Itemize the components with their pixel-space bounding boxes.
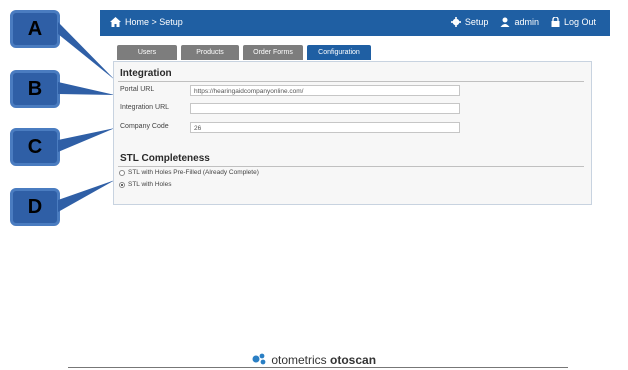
pointer-d — [58, 180, 115, 212]
stl-option-holes-label: STL with Holes — [128, 181, 172, 188]
company-code-field[interactable]: 26 — [190, 122, 460, 133]
stl-option-holes[interactable]: STL with Holes — [119, 181, 171, 188]
logout-link[interactable]: Log Out — [551, 17, 596, 27]
tab-bar: Users Products Order Forms Configuration — [117, 45, 371, 60]
company-code-label: Company Code — [120, 123, 169, 130]
stl-option-prefilled-label: STL with Holes Pre-Filled (Already Compl… — [128, 169, 259, 176]
brand-otometrics: otometrics — [271, 353, 327, 367]
user-menu[interactable]: admin — [500, 17, 539, 27]
setup-link[interactable]: Setup — [450, 17, 489, 27]
setup-label[interactable]: Setup — [465, 17, 489, 27]
user-label[interactable]: admin — [514, 17, 539, 27]
tab-configuration[interactable]: Configuration — [307, 45, 371, 60]
breadcrumb-text[interactable]: Home > Setup — [125, 17, 183, 27]
integration-divider — [118, 81, 584, 82]
portal-url-field[interactable]: https://hearingaidcompanyonline.com/ — [190, 85, 460, 96]
portal-url-label: Portal URL — [120, 86, 155, 93]
radio-holes[interactable] — [119, 181, 125, 188]
breadcrumb[interactable]: Home > Setup — [110, 17, 183, 27]
configuration-panel: Integration Portal URL https://hearingai… — [113, 61, 592, 205]
radio-prefilled[interactable] — [119, 169, 125, 176]
otometrics-logo-icon — [252, 353, 266, 365]
logout-label[interactable]: Log Out — [564, 17, 596, 27]
stl-completeness-title: STL Completeness — [120, 153, 210, 164]
integration-url-label: Integration URL — [120, 104, 170, 111]
tab-products[interactable]: Products — [181, 45, 239, 60]
top-nav-bar: Home > Setup Setup admin Log Out — [100, 10, 610, 36]
callout-a: A — [10, 10, 60, 48]
pointer-b — [58, 82, 115, 95]
pointer-c — [58, 128, 115, 152]
callout-d: D — [10, 188, 60, 226]
callout-c: C — [10, 128, 60, 166]
tab-users[interactable]: Users — [117, 45, 177, 60]
footer-divider — [68, 367, 568, 368]
integration-title: Integration — [120, 68, 172, 79]
integration-url-field[interactable] — [190, 103, 460, 114]
stl-option-prefilled[interactable]: STL with Holes Pre-Filled (Already Compl… — [119, 169, 259, 176]
tab-order-forms[interactable]: Order Forms — [243, 45, 303, 60]
gear-icon[interactable] — [450, 17, 461, 27]
stl-divider — [118, 166, 584, 167]
home-icon[interactable] — [110, 17, 121, 27]
brand-otoscan: otoscan — [330, 353, 377, 367]
user-icon[interactable] — [500, 17, 510, 27]
callout-b: B — [10, 70, 60, 108]
footer-brand: otometrics otoscan — [0, 353, 628, 367]
lock-icon[interactable] — [551, 17, 560, 27]
